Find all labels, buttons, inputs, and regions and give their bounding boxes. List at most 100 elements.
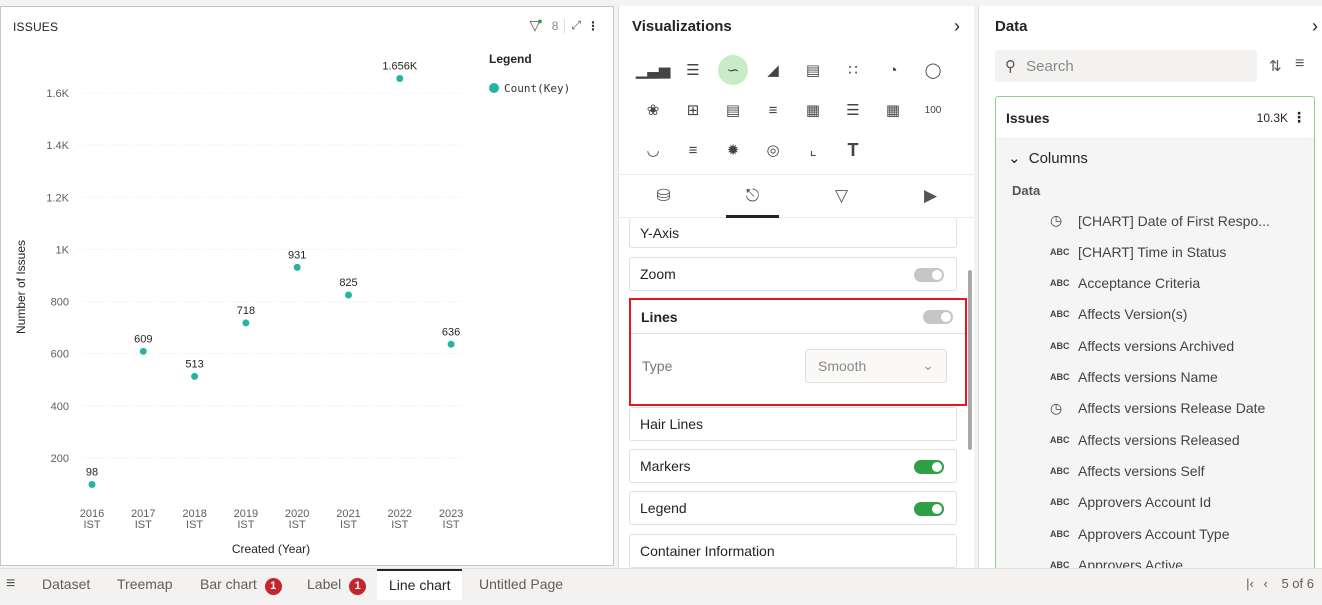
page-tab-label: Untitled Page [479, 576, 564, 592]
collapse-chevron-icon[interactable]: › [954, 16, 960, 37]
filter-table-icon[interactable]: ≡ [753, 94, 793, 126]
field-item[interactable]: ABC Approvers Active [1050, 549, 1183, 568]
filter-list-icon[interactable]: ≡ [1295, 55, 1304, 73]
first-page-icon[interactable]: |‹ [1246, 576, 1254, 591]
gauge-chart-icon[interactable]: ◡ [633, 134, 673, 166]
legend-item-label[interactable]: Count(Key) [504, 82, 570, 95]
error-badge: 1 [264, 578, 282, 595]
funnel-chart-icon[interactable]: ≡ [673, 134, 713, 166]
data-point[interactable] [88, 480, 96, 488]
text-label-icon[interactable]: T [833, 134, 873, 166]
field-item[interactable]: ABC [CHART] Time in Status [1050, 236, 1226, 267]
data-group-label: Data [1012, 183, 1041, 198]
previous-page-icon[interactable]: ‹ [1264, 576, 1268, 591]
container-info-label: Container Information [640, 543, 775, 559]
pie-chart-icon[interactable]: ◔ [873, 54, 913, 86]
y-tick-label: 1K [56, 244, 70, 256]
page-tabs-bar: ≡ Dataset Treemap Bar chart 1 Label 1 Li… [0, 568, 1322, 600]
text-type-icon: ABC [1050, 246, 1070, 257]
page-tab-dataset[interactable]: Dataset [42, 569, 90, 600]
number-kpi-icon[interactable]: 100 [913, 94, 953, 126]
page-tab-label: Treemap [117, 576, 173, 592]
data-point[interactable] [242, 319, 250, 327]
page-tab-bar-chart[interactable]: Bar chart 1 [200, 569, 282, 600]
field-item[interactable]: ◷ Affects versions Release Date [1050, 393, 1265, 424]
visualizations-panel: Visualizations › ▁▃▅ ☰ ∽ ◢ ▤ ∷ ◔ ◯ ❀ ⊞ ▤… [618, 6, 974, 568]
zoom-section[interactable]: Zoom [629, 257, 957, 291]
field-name: Affects versions Self [1078, 462, 1205, 479]
data-point[interactable] [293, 263, 301, 271]
field-item[interactable]: ◷ [CHART] Date of First Respo... [1050, 205, 1270, 236]
markers-toggle[interactable] [914, 460, 944, 474]
analytics-tab-icon[interactable]: ▶ [886, 175, 974, 217]
field-item[interactable]: ABC Approvers Account Type [1050, 518, 1230, 549]
y-axis-section[interactable]: Y-Axis [629, 218, 957, 248]
y-tick-label: 400 [51, 401, 69, 413]
line-type-value: Smooth [818, 358, 867, 374]
step-chart-icon[interactable]: ⌞ [793, 134, 833, 166]
area-chart-icon[interactable]: ◢ [753, 54, 793, 86]
y-tick-label: 200 [51, 453, 69, 465]
chart-card[interactable]: ISSUES ▽● 8 ⤢ ⋮ 200 400 600 800 1K 1.2K 1.4K 1.… [0, 6, 614, 566]
field-item[interactable]: ABC Affects versions Self [1050, 455, 1205, 486]
page-tab-untitled[interactable]: Untitled Page [479, 569, 563, 600]
map-globe-icon[interactable]: ◎ [753, 134, 793, 166]
lines-toggle[interactable] [923, 310, 953, 324]
scatter-chart-icon[interactable]: ∷ [833, 54, 873, 86]
hamburger-menu-icon[interactable]: ≡ [6, 575, 15, 593]
field-item[interactable]: ABC Affects versions Archived [1050, 330, 1234, 361]
table-header[interactable]: Issues 10.3K ⋮ [996, 97, 1314, 139]
filter-tab-icon[interactable]: ▽ [797, 175, 886, 217]
legend-toggle[interactable] [914, 502, 944, 516]
bar-chart-icon[interactable]: ▁▃▅ [633, 54, 673, 86]
combo-chart-icon[interactable]: ▤ [793, 54, 833, 86]
columns-group-header[interactable]: ⌄ Columns [1008, 149, 1088, 167]
text-type-icon: ABC [1050, 309, 1070, 320]
data-source-tab-icon[interactable]: ⛁ [619, 175, 708, 217]
page-tab-label: Dataset [42, 576, 91, 592]
page-tab-treemap[interactable]: Treemap [117, 569, 173, 600]
legend-section[interactable]: Legend [629, 491, 957, 525]
format-paint-tab-icon[interactable]: ⎋ [708, 175, 797, 218]
page-tab-label-page[interactable]: Label 1 [307, 569, 367, 600]
sort-icon[interactable]: ⇅ [1269, 57, 1282, 75]
data-point[interactable] [139, 347, 147, 355]
line-chart-icon[interactable]: ∽ [718, 55, 748, 85]
line-type-select[interactable]: Smooth ⌄ [805, 349, 947, 383]
format-scrollbar[interactable] [968, 270, 972, 450]
container-info-section[interactable]: Container Information [629, 534, 957, 568]
field-item[interactable]: ABC Affects versions Name [1050, 362, 1218, 393]
radar-chart-icon[interactable]: ❀ [633, 94, 673, 126]
markers-section[interactable]: Markers [629, 449, 957, 483]
column-chart-icon[interactable]: ☰ [673, 54, 713, 86]
search-input[interactable]: ⚲ Search [995, 50, 1257, 82]
zoom-toggle[interactable] [914, 268, 944, 282]
data-panel-title: Data [995, 18, 1028, 35]
y-tick-label: 600 [51, 349, 69, 361]
grid-table-icon[interactable]: ▦ [793, 94, 833, 126]
collapse-chevron-icon[interactable]: › [1312, 16, 1318, 37]
field-name: Affects versions Archived [1078, 337, 1235, 354]
field-item[interactable]: ABC Approvers Account Id [1050, 487, 1211, 518]
x-tick-label: IST [135, 519, 152, 531]
data-point[interactable] [396, 74, 404, 82]
tile-table-icon[interactable]: ▦ [873, 94, 913, 126]
network-chart-icon[interactable]: ✹ [713, 134, 753, 166]
field-item[interactable]: ABC Affects Version(s) [1050, 299, 1187, 330]
list-table-icon[interactable]: ☰ [833, 94, 873, 126]
page-tab-line-chart[interactable]: Line chart [377, 569, 463, 600]
data-point[interactable] [447, 340, 455, 348]
more-options-icon[interactable]: ⋮ [1292, 109, 1306, 126]
text-type-icon: ABC [1050, 278, 1070, 289]
field-name: [CHART] Date of First Respo... [1078, 212, 1270, 229]
data-point[interactable] [191, 372, 199, 380]
field-name: Affects Version(s) [1078, 306, 1188, 323]
donut-chart-icon[interactable]: ◯ [913, 54, 953, 86]
hair-lines-section[interactable]: Hair Lines [629, 407, 957, 441]
field-item[interactable]: ABC Affects versions Released [1050, 424, 1240, 455]
data-point[interactable] [345, 291, 352, 299]
pivot-table-icon[interactable]: ⊞ [673, 94, 713, 126]
field-item[interactable]: ABC Acceptance Criteria [1050, 268, 1200, 299]
table-view-icon[interactable]: ▤ [713, 94, 753, 126]
lines-section-header[interactable]: Lines [631, 300, 965, 334]
